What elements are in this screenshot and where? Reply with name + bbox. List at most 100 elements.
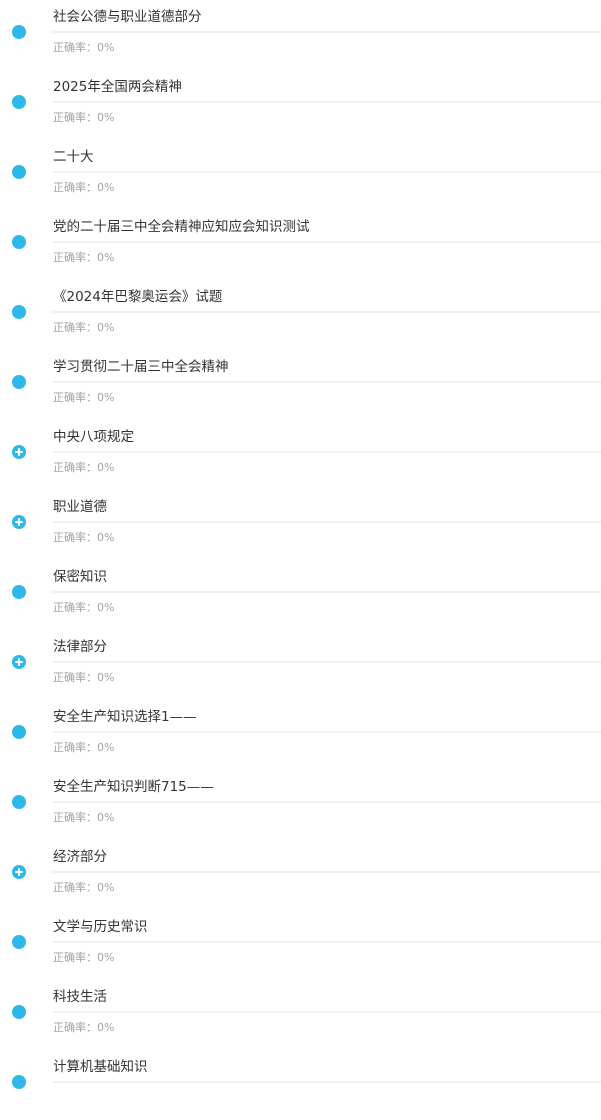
item-title: 安全生产知识判断715——: [53, 779, 214, 795]
item-divider: [53, 731, 601, 733]
accuracy-label: 正确率：: [53, 41, 97, 54]
accuracy-label: 正确率：: [53, 1021, 97, 1034]
accuracy-label: 正确率：: [53, 951, 97, 964]
accuracy-label: 正确率：: [53, 111, 97, 124]
item-accuracy: 正确率：0%: [53, 600, 114, 616]
item-divider: [53, 31, 601, 33]
item-divider: [53, 101, 601, 103]
accuracy-value: 0%: [97, 181, 115, 194]
accuracy-label: 正确率：: [53, 181, 97, 194]
accuracy-label: 正确率：: [53, 811, 97, 824]
item-accuracy: 正确率：0%: [53, 670, 114, 686]
item-divider: [53, 1011, 601, 1013]
item-title: 文学与历史常识: [53, 919, 148, 935]
item-divider: [53, 871, 601, 873]
item-accuracy: 正确率：0%: [53, 810, 114, 826]
list-item[interactable]: 安全生产知识选择1—— 正确率：0%: [0, 700, 601, 770]
dot-icon: [12, 95, 26, 109]
item-accuracy: 正确率：0%: [53, 530, 114, 546]
item-divider: [53, 591, 601, 593]
list-item[interactable]: 中央八项规定 正确率：0%: [0, 420, 601, 490]
accuracy-value: 0%: [97, 321, 115, 334]
accuracy-value: 0%: [97, 811, 115, 824]
accuracy-value: 0%: [97, 461, 115, 474]
dot-icon: [12, 165, 26, 179]
accuracy-value: 0%: [97, 111, 115, 124]
item-accuracy: 正确率：0%: [53, 180, 114, 196]
item-title: 计算机基础知识: [53, 1059, 148, 1075]
item-accuracy: 正确率：0%: [53, 250, 114, 266]
item-accuracy: 正确率：0%: [53, 740, 114, 756]
list-item[interactable]: 2025年全国两会精神 正确率：0%: [0, 70, 601, 140]
item-divider: [53, 521, 601, 523]
accuracy-label: 正确率：: [53, 671, 97, 684]
dot-icon: [12, 1075, 26, 1089]
accuracy-label: 正确率：: [53, 601, 97, 614]
item-title: 学习贯彻二十届三中全会精神: [53, 359, 229, 375]
list-item[interactable]: 计算机基础知识: [0, 1050, 601, 1120]
item-divider: [53, 311, 601, 313]
item-divider: [53, 171, 601, 173]
item-title: 党的二十届三中全会精神应知应会知识测试: [53, 219, 310, 235]
dot-icon: [12, 725, 26, 739]
dot-icon: [12, 25, 26, 39]
item-title: 中央八项规定: [53, 429, 134, 445]
item-title: 职业道德: [53, 499, 107, 515]
item-divider: [53, 801, 601, 803]
item-accuracy: 正确率：0%: [53, 110, 114, 126]
item-divider: [53, 661, 601, 663]
accuracy-value: 0%: [97, 1021, 115, 1034]
dot-icon: [12, 1005, 26, 1019]
list-item[interactable]: 保密知识 正确率：0%: [0, 560, 601, 630]
plus-circle-icon[interactable]: [12, 515, 26, 529]
item-title: 《2024年巴黎奥运会》试题: [53, 289, 223, 305]
item-accuracy: 正确率：0%: [53, 460, 114, 476]
accuracy-label: 正确率：: [53, 741, 97, 754]
item-title: 二十大: [53, 149, 94, 165]
list-item[interactable]: 学习贯彻二十届三中全会精神 正确率：0%: [0, 350, 601, 420]
plus-circle-icon[interactable]: [12, 865, 26, 879]
list-item[interactable]: 经济部分 正确率：0%: [0, 840, 601, 910]
item-accuracy: 正确率：0%: [53, 320, 114, 336]
dot-icon: [12, 305, 26, 319]
accuracy-value: 0%: [97, 951, 115, 964]
item-title: 社会公德与职业道德部分: [53, 9, 202, 25]
list-item[interactable]: 安全生产知识判断715—— 正确率：0%: [0, 770, 601, 840]
item-divider: [53, 941, 601, 943]
list-item[interactable]: 社会公德与职业道德部分 正确率：0%: [0, 0, 601, 70]
accuracy-label: 正确率：: [53, 461, 97, 474]
plus-circle-icon[interactable]: [12, 445, 26, 459]
plus-circle-icon[interactable]: [12, 655, 26, 669]
accuracy-value: 0%: [97, 881, 115, 894]
accuracy-value: 0%: [97, 531, 115, 544]
item-accuracy: 正确率：0%: [53, 880, 114, 896]
item-accuracy: 正确率：0%: [53, 40, 114, 56]
list-item[interactable]: 职业道德正确率：0%: [0, 490, 601, 560]
item-title: 法律部分: [53, 639, 107, 655]
item-divider: [53, 451, 601, 453]
list-item[interactable]: 《2024年巴黎奥运会》试题 正确率：0%: [0, 280, 601, 350]
list-item[interactable]: 党的二十届三中全会精神应知应会知识测试 正确率：0%: [0, 210, 601, 280]
item-divider: [53, 381, 601, 383]
dot-icon: [12, 375, 26, 389]
list-item[interactable]: 文学与历史常识 正确率：0%: [0, 910, 601, 980]
accuracy-label: 正确率：: [53, 251, 97, 264]
list-item[interactable]: 科技生活正确率：0%: [0, 980, 601, 1050]
item-accuracy: 正确率：0%: [53, 1020, 114, 1036]
accuracy-value: 0%: [97, 671, 115, 684]
dot-icon: [12, 935, 26, 949]
accuracy-value: 0%: [97, 601, 115, 614]
accuracy-value: 0%: [97, 741, 115, 754]
item-title: 安全生产知识选择1——: [53, 709, 197, 725]
list-item[interactable]: 二十大正确率：0%: [0, 140, 601, 210]
accuracy-value: 0%: [97, 41, 115, 54]
item-divider: [53, 1081, 601, 1083]
accuracy-label: 正确率：: [53, 391, 97, 404]
item-divider: [53, 241, 601, 243]
category-list: 社会公德与职业道德部分 正确率：0% 2025年全国两会精神 正确率：0% 二十大 正确率…: [0, 0, 601, 1120]
list-item[interactable]: 法律部分正确率：0%: [0, 630, 601, 700]
item-title: 科技生活: [53, 989, 107, 1005]
dot-icon: [12, 235, 26, 249]
accuracy-value: 0%: [97, 251, 115, 264]
accuracy-label: 正确率：: [53, 881, 97, 894]
